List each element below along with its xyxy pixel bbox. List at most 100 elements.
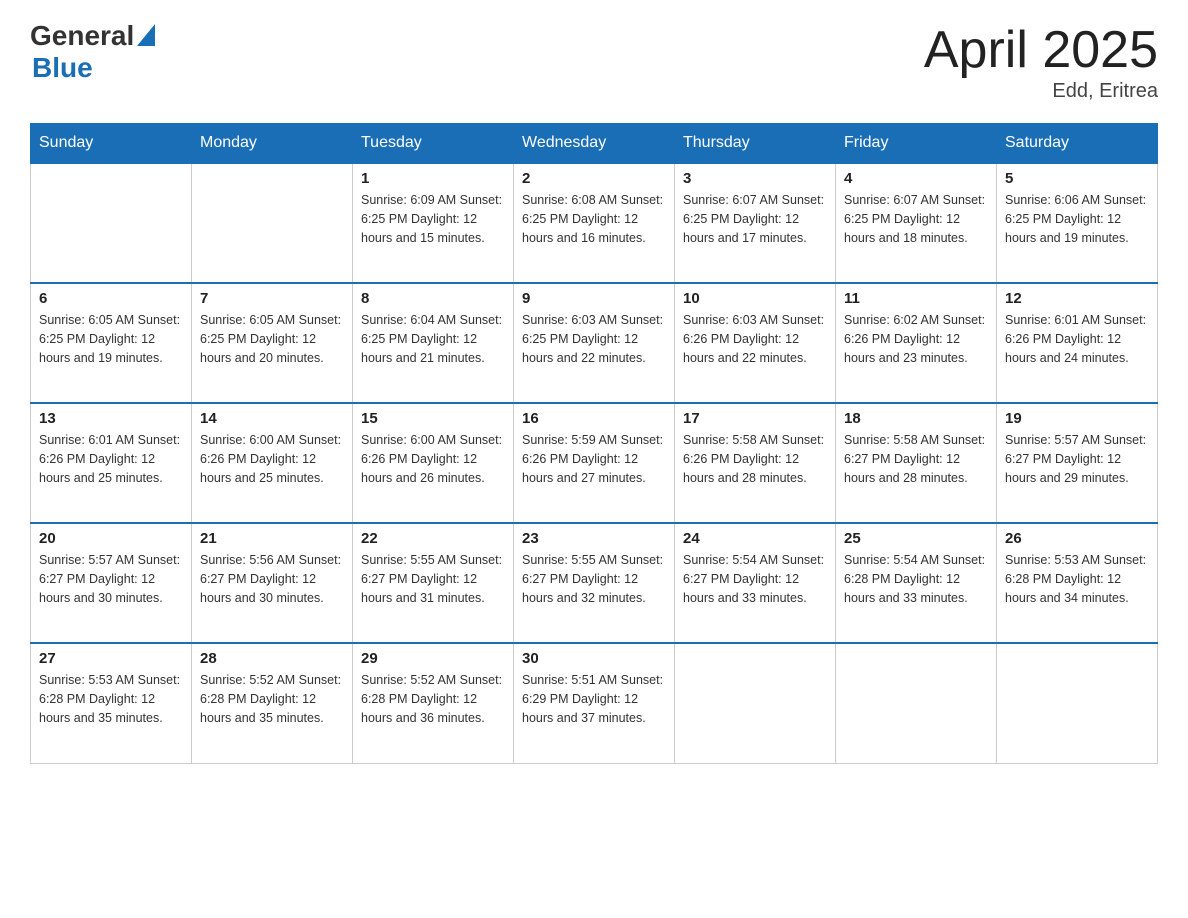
calendar-cell: 1 Sunrise: 6:09 AM Sunset: 6:25 PM Daylig… [353,163,514,283]
day-info: Sunrise: 6:04 AM Sunset: 6:25 PM Dayligh… [361,311,505,367]
day-info: Sunrise: 6:01 AM Sunset: 6:26 PM Dayligh… [1005,311,1149,367]
day-info: Sunrise: 6:01 AM Sunset: 6:26 PM Dayligh… [39,431,183,487]
header-day-sunday: Sunday [31,124,192,164]
calendar-cell: 13 Sunrise: 6:01 AM Sunset: 6:26 PM Dayli… [31,403,192,523]
header-day-friday: Friday [836,124,997,164]
calendar-cell: 3Sunrise: 6:07 AM Sunset: 6:25 PM Daylig… [675,163,836,283]
day-info: Sunrise: 5:51 AM Sunset: 6:29 PM Dayligh… [522,671,666,727]
calendar-cell: 15 Sunrise: 6:00 AM Sunset: 6:26 PM Dayli… [353,403,514,523]
day-number: 30 [522,650,666,667]
day-number: 9 [522,290,666,307]
header-day-saturday: Saturday [997,124,1158,164]
calendar-subtitle: Edd, Eritrea [924,80,1158,103]
day-number: 21 [200,530,344,547]
day-info: Sunrise: 6:00 AM Sunset: 6:26 PM Dayligh… [200,431,344,487]
day-info: Sunrise: 6:02 AM Sunset: 6:26 PM Dayligh… [844,311,988,367]
day-number: 8 [361,290,505,307]
calendar-cell: 25 Sunrise: 5:54 AM Sunset: 6:28 PM Dayli… [836,523,997,643]
day-info: Sunrise: 6:06 AM Sunset: 6:25 PM Dayligh… [1005,191,1149,247]
calendar-cell: 29 Sunrise: 5:52 AM Sunset: 6:28 PM Dayli… [353,643,514,763]
day-number: 4 [844,170,988,187]
header-day-monday: Monday [192,124,353,164]
day-number: 16 [522,410,666,427]
day-info: Sunrise: 6:08 AM Sunset: 6:25 PM Dayligh… [522,191,666,247]
calendar-cell: 6 Sunrise: 6:05 AM Sunset: 6:25 PM Daylig… [31,283,192,403]
calendar-cell: 26 Sunrise: 5:53 AM Sunset: 6:28 PM Dayli… [997,523,1158,643]
day-info: Sunrise: 5:57 AM Sunset: 6:27 PM Dayligh… [39,551,183,607]
day-number: 19 [1005,410,1149,427]
calendar-cell [836,643,997,763]
logo-general-text: General [30,20,134,52]
day-number: 29 [361,650,505,667]
calendar-cell: 2 Sunrise: 6:08 AM Sunset: 6:25 PM Daylig… [514,163,675,283]
day-number: 26 [1005,530,1149,547]
day-info: Sunrise: 5:54 AM Sunset: 6:28 PM Dayligh… [844,551,988,607]
calendar-cell [31,163,192,283]
calendar-cell: 17Sunrise: 5:58 AM Sunset: 6:26 PM Dayli… [675,403,836,523]
day-info: Sunrise: 5:59 AM Sunset: 6:26 PM Dayligh… [522,431,666,487]
day-number: 1 [361,170,505,187]
day-info: Sunrise: 6:05 AM Sunset: 6:25 PM Dayligh… [39,311,183,367]
day-number: 15 [361,410,505,427]
calendar-cell: 23 Sunrise: 5:55 AM Sunset: 6:27 PM Dayli… [514,523,675,643]
day-info: Sunrise: 5:52 AM Sunset: 6:28 PM Dayligh… [361,671,505,727]
day-info: Sunrise: 5:58 AM Sunset: 6:27 PM Dayligh… [844,431,988,487]
day-number: 12 [1005,290,1149,307]
week-row-5: 27 Sunrise: 5:53 AM Sunset: 6:28 PM Dayli… [31,643,1158,763]
calendar-cell: 14 Sunrise: 6:00 AM Sunset: 6:26 PM Dayli… [192,403,353,523]
day-info: Sunrise: 6:09 AM Sunset: 6:25 PM Dayligh… [361,191,505,247]
day-number: 11 [844,290,988,307]
day-number: 6 [39,290,183,307]
week-row-4: 20Sunrise: 5:57 AM Sunset: 6:27 PM Dayli… [31,523,1158,643]
day-number: 23 [522,530,666,547]
calendar-header-row: SundayMondayTuesdayWednesdayThursdayFrid… [31,124,1158,164]
day-number: 27 [39,650,183,667]
day-info: Sunrise: 5:55 AM Sunset: 6:27 PM Dayligh… [361,551,505,607]
day-info: Sunrise: 6:00 AM Sunset: 6:26 PM Dayligh… [361,431,505,487]
day-number: 13 [39,410,183,427]
page-header: General Blue April 2025 Edd, Eritrea [30,20,1158,103]
calendar-cell: 7Sunrise: 6:05 AM Sunset: 6:25 PM Daylig… [192,283,353,403]
week-row-2: 6 Sunrise: 6:05 AM Sunset: 6:25 PM Daylig… [31,283,1158,403]
calendar-cell [192,163,353,283]
calendar-cell: 9Sunrise: 6:03 AM Sunset: 6:25 PM Daylig… [514,283,675,403]
title-area: April 2025 Edd, Eritrea [924,20,1158,103]
day-info: Sunrise: 5:53 AM Sunset: 6:28 PM Dayligh… [39,671,183,727]
day-number: 22 [361,530,505,547]
calendar-cell: 22 Sunrise: 5:55 AM Sunset: 6:27 PM Dayli… [353,523,514,643]
calendar-cell: 24 Sunrise: 5:54 AM Sunset: 6:27 PM Dayli… [675,523,836,643]
day-info: Sunrise: 5:52 AM Sunset: 6:28 PM Dayligh… [200,671,344,727]
calendar-cell: 5Sunrise: 6:06 AM Sunset: 6:25 PM Daylig… [997,163,1158,283]
calendar-cell: 8 Sunrise: 6:04 AM Sunset: 6:25 PM Daylig… [353,283,514,403]
calendar-cell [997,643,1158,763]
day-number: 10 [683,290,827,307]
calendar-cell: 16 Sunrise: 5:59 AM Sunset: 6:26 PM Dayli… [514,403,675,523]
day-info: Sunrise: 5:54 AM Sunset: 6:27 PM Dayligh… [683,551,827,607]
calendar-cell: 10 Sunrise: 6:03 AM Sunset: 6:26 PM Dayli… [675,283,836,403]
day-number: 14 [200,410,344,427]
day-number: 18 [844,410,988,427]
logo-blue-text: Blue [32,52,93,83]
header-day-wednesday: Wednesday [514,124,675,164]
calendar-cell: 30 Sunrise: 5:51 AM Sunset: 6:29 PM Dayli… [514,643,675,763]
day-info: Sunrise: 5:56 AM Sunset: 6:27 PM Dayligh… [200,551,344,607]
calendar-cell [675,643,836,763]
week-row-3: 13 Sunrise: 6:01 AM Sunset: 6:26 PM Dayli… [31,403,1158,523]
calendar-table: SundayMondayTuesdayWednesdayThursdayFrid… [30,123,1158,764]
day-info: Sunrise: 5:55 AM Sunset: 6:27 PM Dayligh… [522,551,666,607]
calendar-cell: 11 Sunrise: 6:02 AM Sunset: 6:26 PM Dayli… [836,283,997,403]
logo: General Blue [30,20,155,84]
day-number: 2 [522,170,666,187]
day-info: Sunrise: 5:53 AM Sunset: 6:28 PM Dayligh… [1005,551,1149,607]
day-info: Sunrise: 6:07 AM Sunset: 6:25 PM Dayligh… [844,191,988,247]
day-number: 7 [200,290,344,307]
day-info: Sunrise: 5:58 AM Sunset: 6:26 PM Dayligh… [683,431,827,487]
day-info: Sunrise: 6:03 AM Sunset: 6:26 PM Dayligh… [683,311,827,367]
logo-triangle-icon [137,24,155,46]
day-number: 28 [200,650,344,667]
header-day-thursday: Thursday [675,124,836,164]
day-number: 24 [683,530,827,547]
calendar-cell: 21 Sunrise: 5:56 AM Sunset: 6:27 PM Dayli… [192,523,353,643]
calendar-cell: 18 Sunrise: 5:58 AM Sunset: 6:27 PM Dayli… [836,403,997,523]
day-number: 25 [844,530,988,547]
